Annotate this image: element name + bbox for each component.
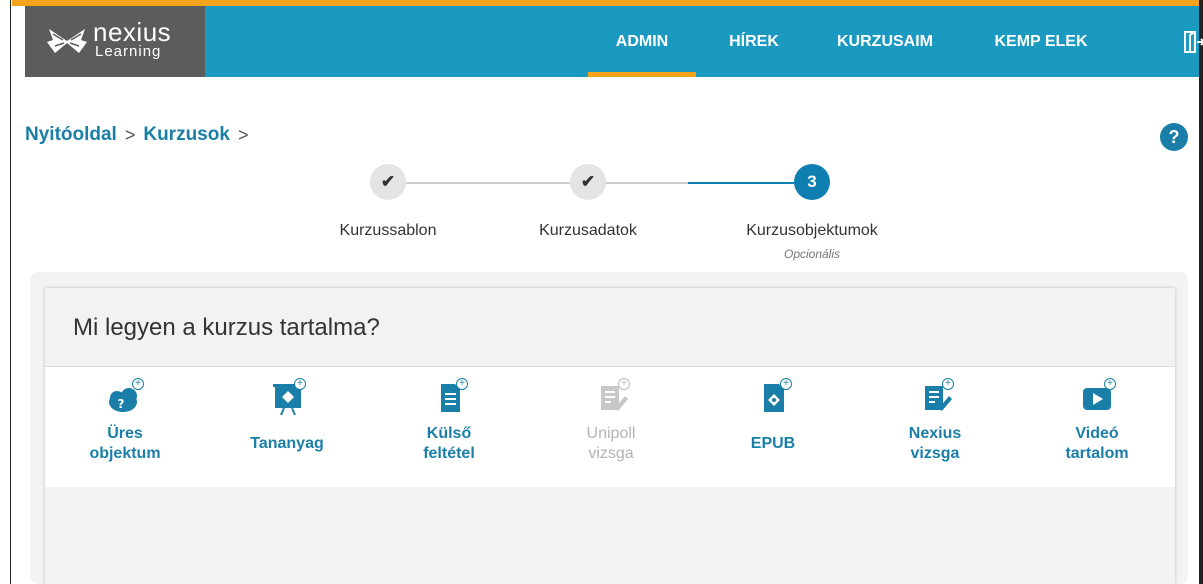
unipoll-exam-icon: + <box>591 378 631 418</box>
step-3-label: Kurzusobjektumok <box>746 222 878 239</box>
nav-kurzusaim[interactable]: KURZUSAIM <box>815 6 955 77</box>
step-connector-active <box>688 182 794 184</box>
object-option-empty[interactable]: ? + Üres objektum <box>65 378 185 478</box>
step-connector <box>406 182 570 184</box>
card-title: Mi legyen a kurzus tartalma? <box>73 314 380 341</box>
step-3-number: 3 <box>794 164 830 200</box>
nav-hirek[interactable]: HÍREK <box>713 6 795 77</box>
object-option-unipoll-exam: + Unipoll vizsga <box>551 378 671 478</box>
object-option-course-material[interactable]: + Tananyag <box>227 378 347 478</box>
object-option-external-condition[interactable]: + Külső feltétel <box>389 378 509 478</box>
breadcrumb-home[interactable]: Nyitóoldal <box>25 124 117 146</box>
epub-icon: + <box>753 378 793 418</box>
course-material-icon: + <box>267 378 307 418</box>
logo[interactable]: nexius Learning <box>25 6 205 77</box>
step-3-optional-note: Opcionális <box>783 247 841 261</box>
breadcrumb-separator-icon: > <box>124 124 136 145</box>
add-plus-icon: + <box>456 378 468 390</box>
logo-wordmark: nexius <box>93 17 172 47</box>
object-label: Üres objektum <box>89 425 161 462</box>
add-plus-icon: + <box>780 378 792 390</box>
breadcrumb-courses[interactable]: Kurzusok <box>143 124 230 146</box>
nav-admin[interactable]: ADMIN <box>588 6 696 77</box>
external-condition-icon: + <box>429 378 469 418</box>
object-option-nexius-exam[interactable]: + Nexius vizsga <box>875 378 995 478</box>
breadcrumb-separator-icon: > <box>237 124 249 145</box>
add-plus-icon: + <box>294 378 306 390</box>
card-header: Mi legyen a kurzus tartalma? <box>45 288 1175 367</box>
object-label: Tananyag <box>250 435 324 452</box>
window-frame-right <box>1199 0 1203 584</box>
top-header: nexius Learning ADMIN HÍREK KURZUSAIM KE… <box>25 6 1203 77</box>
step-2-label: Kurzusadatok <box>539 222 637 239</box>
card-content-area <box>45 487 1175 584</box>
add-plus-icon: + <box>942 378 954 390</box>
object-label: Unipoll vizsga <box>586 425 636 462</box>
object-label: Külső feltétel <box>423 425 475 462</box>
empty-object-icon: ? + <box>105 378 145 418</box>
step-connector <box>604 182 688 184</box>
add-plus-icon: + <box>1104 378 1116 390</box>
step-2-check-icon[interactable]: ✔ <box>570 164 606 200</box>
logout-icon[interactable] <box>1182 30 1203 54</box>
add-plus-icon: + <box>618 378 630 390</box>
step-1-label: Kurzussablon <box>339 222 437 239</box>
help-icon[interactable]: ? <box>1160 123 1188 151</box>
object-option-video-content[interactable]: + Videó tartalom <box>1037 378 1157 478</box>
object-label: EPUB <box>750 435 796 452</box>
logo-subtitle: Learning <box>95 43 162 60</box>
object-label: Nexius vizsga <box>908 425 962 462</box>
object-label: Videó tartalom <box>1065 425 1129 462</box>
nav-user-kemp-elek[interactable]: KEMP ELEK <box>977 6 1105 77</box>
butterfly-logo-icon <box>47 29 87 53</box>
add-plus-icon: + <box>132 378 144 390</box>
object-option-epub[interactable]: + EPUB <box>713 378 833 478</box>
video-content-icon: + <box>1077 378 1117 418</box>
step-1-check-icon[interactable]: ✔ <box>370 164 406 200</box>
svg-text:?: ? <box>118 397 125 411</box>
breadcrumb: Nyitóoldal > Kurzusok > <box>25 124 248 146</box>
window-frame-left <box>0 0 11 584</box>
nexius-exam-icon: + <box>915 378 955 418</box>
